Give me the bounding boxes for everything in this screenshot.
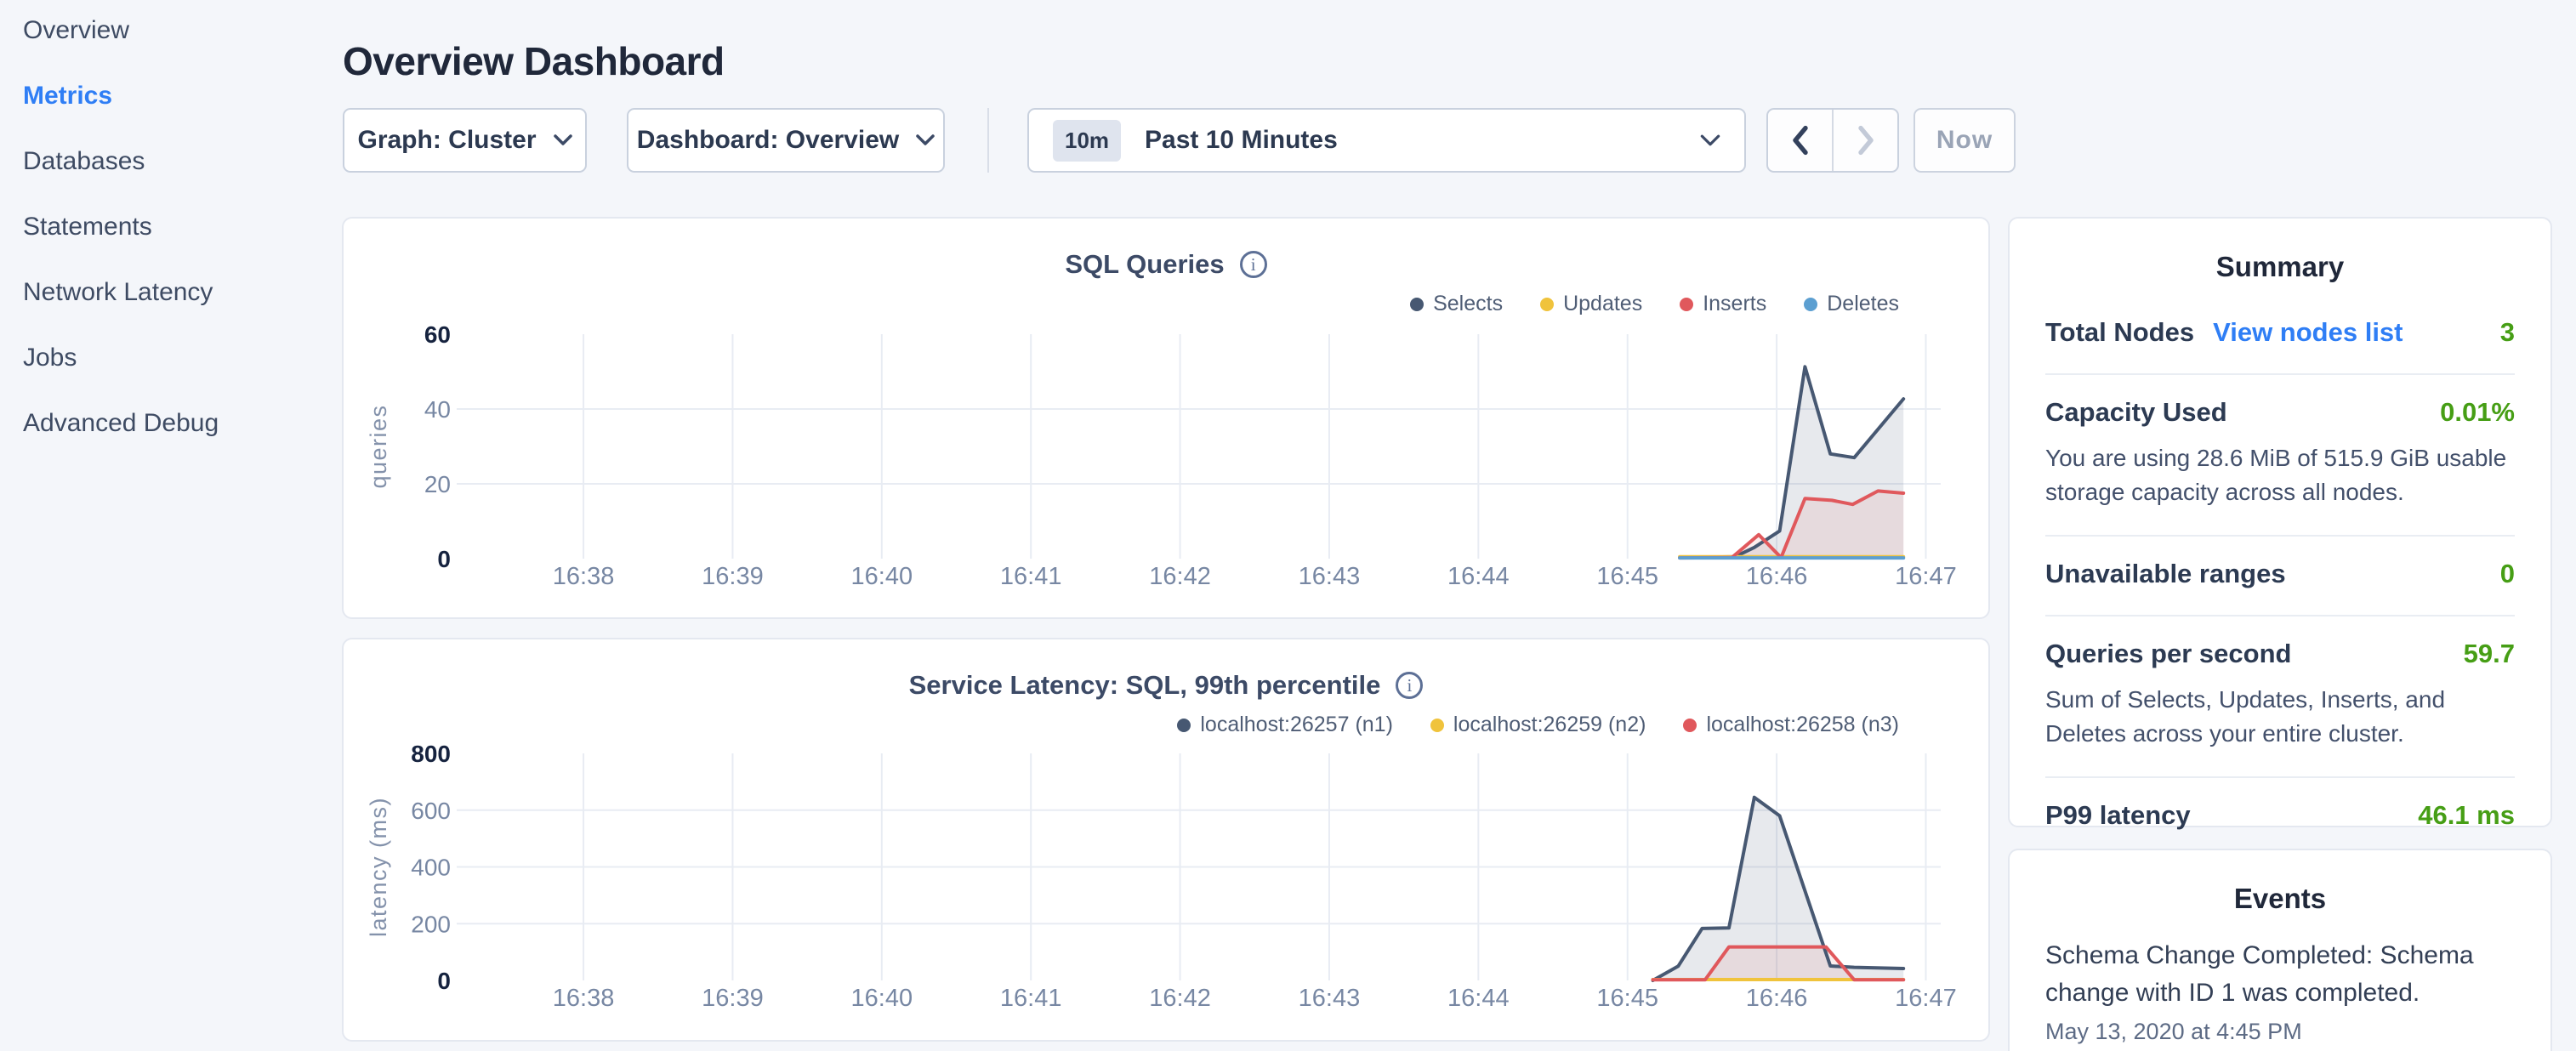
x-axis-tick-label: 16:40 xyxy=(851,985,913,1012)
chevron-down-icon xyxy=(554,134,572,146)
x-axis-tick-label: 16:41 xyxy=(1000,563,1062,590)
y-axis-title: queries xyxy=(366,404,391,488)
x-axis-tick-label: 16:39 xyxy=(702,985,764,1012)
x-axis-tick-label: 16:45 xyxy=(1596,563,1658,590)
x-axis-tick-label: 16:46 xyxy=(1746,563,1808,590)
admin-ui-page: Overview Metrics Databases Statements Ne… xyxy=(0,0,2576,1051)
sidebar-item-overview[interactable]: Overview xyxy=(23,17,321,44)
service-latency-card: Service Latency: SQL, 99th percentile i … xyxy=(342,638,1990,1042)
x-axis-tick-label: 16:38 xyxy=(553,985,615,1012)
x-axis-tick-label: 16:45 xyxy=(1596,985,1658,1012)
y-axis-tick-label: 0 xyxy=(437,546,451,572)
y-axis-tick-label: 40 xyxy=(424,396,451,423)
sidebar-item-advanced-debug[interactable]: Advanced Debug xyxy=(23,410,321,437)
summary-panel: Summary Total Nodes View nodes list 3 Ca… xyxy=(2008,217,2552,827)
p99-latency-label: P99 latency xyxy=(2045,800,2191,831)
qps-subtext: Sum of Selects, Updates, Inserts, and De… xyxy=(2045,683,2515,751)
y-axis-tick-label: 60 xyxy=(424,321,451,348)
x-axis-tick-label: 16:44 xyxy=(1447,563,1510,590)
p99-latency-value: 46.1 ms xyxy=(2418,800,2515,831)
dashboard-dropdown[interactable]: Dashboard: Overview xyxy=(627,108,945,173)
sidebar-item-jobs[interactable]: Jobs xyxy=(23,344,321,372)
x-axis-tick-label: 16:43 xyxy=(1299,985,1361,1012)
now-button-label: Now xyxy=(1936,126,1993,155)
chevron-right-icon xyxy=(1857,125,1875,156)
total-nodes-label: Total Nodes xyxy=(2045,317,2194,348)
y-axis-tick-label: 0 xyxy=(437,968,451,994)
y-axis-tick-label: 400 xyxy=(411,855,451,881)
chevron-down-icon xyxy=(916,134,935,146)
x-axis-tick-label: 16:38 xyxy=(553,563,615,590)
sidebar-item-databases[interactable]: Databases xyxy=(23,148,321,175)
summary-row-p99: P99 latency 46.1 ms xyxy=(2045,778,2515,856)
sql-queries-chart[interactable]: 16:38 16:39 16:40 16:41 16:42 16:43 16:44 16:45… xyxy=(344,219,1992,621)
unavailable-ranges-label: Unavailable ranges xyxy=(2045,559,2286,589)
dashboard-label: Dashboard: Overview xyxy=(637,126,899,155)
graph-scope-label: Graph: Cluster xyxy=(357,126,536,155)
event-timestamp: May 13, 2020 at 4:45 PM xyxy=(2045,1019,2515,1045)
y-axis-tick-label: 20 xyxy=(424,471,451,497)
chevron-down-icon xyxy=(1700,134,1720,147)
capacity-used-subtext: You are using 28.6 MiB of 515.9 GiB usab… xyxy=(2045,441,2515,509)
x-axis-tick-label: 16:44 xyxy=(1447,985,1510,1012)
event-item[interactable]: Schema Change Completed: Schema change w… xyxy=(2045,937,2515,1045)
event-text: Schema Change Completed: Schema change w… xyxy=(2045,937,2515,1012)
summary-row-unavailable-ranges: Unavailable ranges 0 xyxy=(2045,537,2515,616)
qps-value: 59.7 xyxy=(2464,639,2515,669)
x-axis-tick-label: 16:42 xyxy=(1149,985,1211,1012)
unavailable-ranges-value: 0 xyxy=(2500,559,2515,589)
sidebar-item-network-latency[interactable]: Network Latency xyxy=(23,279,321,306)
time-forward-button[interactable] xyxy=(1832,110,1897,171)
capacity-used-value: 0.01% xyxy=(2440,397,2515,428)
controls-divider xyxy=(987,108,989,173)
service-latency-chart[interactable]: 16:38 16:39 16:40 16:41 16:42 16:43 16:44 16:45… xyxy=(344,639,1992,1043)
y-axis-tick-label: 200 xyxy=(411,911,451,937)
x-axis-tick-label: 16:43 xyxy=(1299,563,1361,590)
time-range-badge: 10m xyxy=(1053,120,1121,162)
summary-row-total-nodes: Total Nodes View nodes list 3 xyxy=(2045,295,2515,375)
y-axis-title: latency (ms) xyxy=(366,797,391,937)
sidebar-item-metrics[interactable]: Metrics xyxy=(23,82,321,110)
qps-label: Queries per second xyxy=(2045,639,2291,669)
chevron-left-icon xyxy=(1791,125,1810,156)
x-axis-tick-label: 16:47 xyxy=(1895,563,1957,590)
sidebar: Overview Metrics Databases Statements Ne… xyxy=(23,0,321,437)
summary-row-qps: Queries per second 59.7 Sum of Selects, … xyxy=(2045,616,2515,778)
summary-row-capacity: Capacity Used 0.01% You are using 28.6 M… xyxy=(2045,375,2515,537)
x-axis-tick-label: 16:47 xyxy=(1895,985,1957,1012)
x-axis-tick-label: 16:39 xyxy=(702,563,764,590)
x-axis-tick-label: 16:42 xyxy=(1149,563,1211,590)
events-panel: Events Schema Change Completed: Schema c… xyxy=(2008,849,2552,1051)
sidebar-item-statements[interactable]: Statements xyxy=(23,213,321,241)
events-title: Events xyxy=(2045,883,2515,915)
time-range-label: Past 10 Minutes xyxy=(1145,126,1676,155)
sql-queries-card: SQL Queries i SelectsUpdatesInsertsDelet… xyxy=(342,217,1990,619)
capacity-used-label: Capacity Used xyxy=(2045,397,2227,428)
x-axis-tick-label: 16:46 xyxy=(1746,985,1808,1012)
page-title: Overview Dashboard xyxy=(343,38,725,84)
y-axis-tick-label: 800 xyxy=(411,741,451,767)
x-axis-tick-label: 16:41 xyxy=(1000,985,1062,1012)
time-range-dropdown[interactable]: 10m Past 10 Minutes xyxy=(1027,108,1746,173)
total-nodes-value: 3 xyxy=(2500,317,2515,348)
time-window-nav xyxy=(1766,108,1899,173)
y-axis-tick-label: 600 xyxy=(411,798,451,824)
now-button[interactable]: Now xyxy=(1914,108,2016,173)
graph-scope-dropdown[interactable]: Graph: Cluster xyxy=(343,108,587,173)
x-axis-tick-label: 16:40 xyxy=(851,563,913,590)
summary-title: Summary xyxy=(2045,251,2515,283)
time-back-button[interactable] xyxy=(1768,110,1832,171)
view-nodes-list-link[interactable]: View nodes list xyxy=(2213,317,2403,348)
